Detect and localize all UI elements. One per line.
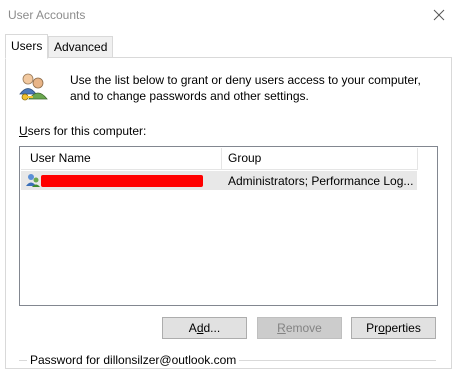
column-header-group[interactable]: Group (228, 151, 261, 165)
intro-text: Use the list below to grant or deny user… (70, 73, 421, 103)
add-label-a: A (188, 321, 197, 335)
window-title: User Accounts (8, 8, 86, 22)
remove-button[interactable]: Remove (257, 317, 342, 339)
title-bar: User Accounts (0, 0, 454, 32)
properties-label-accesskey: o (378, 321, 385, 335)
add-label-rest: d... (203, 321, 221, 335)
properties-label-a: Pr (366, 321, 379, 335)
properties-label-rest: perties (384, 321, 421, 335)
users-list-label: Users for this computer: (19, 124, 146, 138)
list-header: User Name Group (21, 148, 418, 170)
properties-button[interactable]: Properties (351, 317, 436, 339)
password-group-label: Password for dillonsilzer@outlook.com (27, 353, 240, 367)
column-divider[interactable] (417, 148, 418, 169)
label-accesskey: U (19, 124, 28, 138)
cell-group: Administrators; Performance Log... (228, 174, 414, 188)
close-button[interactable] (424, 0, 454, 30)
users-listview[interactable]: User Name Group Administrators; Performa… (19, 146, 438, 306)
table-row[interactable]: Administrators; Performance Log... (21, 171, 417, 190)
label-rest: sers for this computer: (27, 124, 147, 138)
add-button[interactable]: Add... (162, 317, 247, 339)
user-account-icon (26, 174, 40, 187)
add-label-accesskey: d (196, 321, 204, 335)
users-icon (19, 73, 48, 101)
tab-strip: Users Advanced (0, 34, 454, 59)
column-divider[interactable] (221, 148, 222, 169)
column-header-user-name[interactable]: User Name (30, 151, 91, 165)
tab-users[interactable]: Users (5, 34, 49, 59)
remove-label-rest: emove (285, 321, 322, 335)
close-icon (433, 9, 445, 21)
remove-label-accesskey: R (277, 321, 286, 335)
redacted-user-name (41, 175, 203, 187)
tab-advanced[interactable]: Advanced (48, 36, 114, 58)
